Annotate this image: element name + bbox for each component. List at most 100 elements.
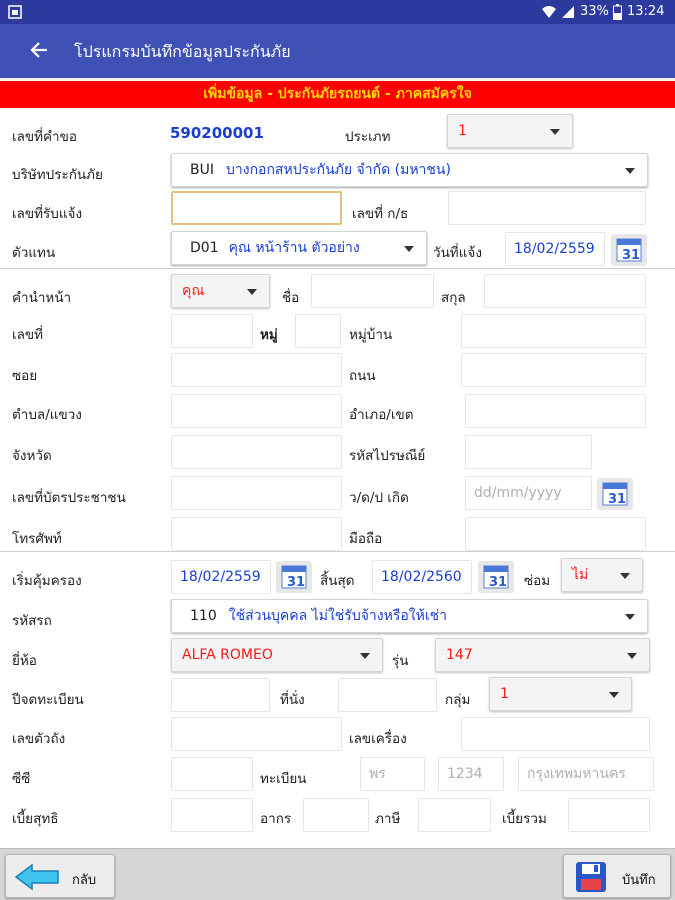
- postcode-input[interactable]: [465, 435, 592, 469]
- stamp-input[interactable]: [303, 798, 369, 832]
- subdistrict-input[interactable]: [171, 394, 342, 428]
- last-name-label: สกุล: [441, 290, 466, 306]
- soi-input[interactable]: [171, 353, 342, 387]
- repair-select[interactable]: ไม่: [561, 558, 643, 592]
- model-label: รุ่น: [392, 653, 409, 669]
- type-label: ประเภท: [345, 129, 391, 145]
- car-code-label: รหัสรถ: [12, 613, 52, 629]
- company-label: บริษัทประกันภัย: [12, 167, 103, 183]
- road-input[interactable]: [461, 353, 646, 387]
- company-name: บางกอกสหประกันภัย จำกัด (มหาชน): [225, 162, 451, 178]
- back-button[interactable]: กลับ: [5, 854, 115, 898]
- road-label: ถนน: [349, 368, 376, 384]
- calendar-icon[interactable]: 31: [276, 561, 312, 593]
- first-name-input[interactable]: [311, 274, 434, 308]
- page-title: โปรแกรมบันทึกข้อมูลประกันภัย: [74, 42, 291, 61]
- stamp-label: อากร: [260, 811, 292, 827]
- id-card-label: เลขที่บัตรประชาชน: [12, 490, 126, 506]
- repair-label: ซ่อม: [524, 573, 551, 589]
- tax-input[interactable]: [418, 798, 491, 832]
- cc-input[interactable]: [171, 757, 253, 791]
- agent-code: D01: [190, 240, 219, 256]
- last-name-input[interactable]: [484, 274, 646, 308]
- seats-input[interactable]: [338, 678, 437, 712]
- net-premium-label: เบี้ยสุทธิ: [12, 811, 59, 827]
- group-select[interactable]: 1: [489, 677, 632, 711]
- brand-select[interactable]: ALFA ROMEO: [171, 638, 383, 672]
- cover-end-label: สิ้นสุด: [320, 573, 355, 589]
- back-arrow-icon[interactable]: [30, 42, 48, 58]
- clock: 13:24: [627, 4, 665, 19]
- phone-input[interactable]: [171, 517, 342, 551]
- village-input[interactable]: [461, 314, 646, 348]
- engine-label: เลขเครื่อง: [349, 731, 407, 747]
- agent-name: คุณ หน้าร้าน ตัวอย่าง: [228, 240, 360, 256]
- moo-label: หมู่: [260, 327, 278, 343]
- agent-select[interactable]: D01 คุณ หน้าร้าน ตัวอย่าง: [171, 231, 427, 265]
- cc-label: ซีซี: [12, 771, 31, 787]
- notify-no-input[interactable]: [171, 191, 342, 225]
- gallery-icon: [8, 5, 22, 19]
- repair-select-value: ไม่: [572, 567, 589, 583]
- first-name-label: ชื่อ: [282, 290, 300, 306]
- phone-label: โทรศัพท์: [12, 531, 62, 547]
- chevron-down-icon: [550, 129, 560, 135]
- status-bar: 33% 13:24: [0, 0, 675, 24]
- house-no-input[interactable]: [171, 314, 253, 348]
- province-input[interactable]: [171, 435, 342, 469]
- plate-prefix-input[interactable]: พร: [360, 757, 425, 791]
- moo-input[interactable]: [295, 314, 341, 348]
- back-arrow-icon: [14, 863, 59, 891]
- company-select[interactable]: BUI บางกอกสหประกันภัย จำกัด (มหาชน): [171, 153, 648, 187]
- plate-no-input[interactable]: 1234: [438, 757, 504, 791]
- title-select-value: คุณ: [182, 283, 205, 299]
- plate-province-input[interactable]: กรุงเทพมหานคร: [518, 757, 654, 791]
- chassis-input[interactable]: [171, 717, 342, 751]
- chevron-down-icon: [620, 573, 630, 579]
- district-input[interactable]: [465, 394, 646, 428]
- calendar-icon[interactable]: 31: [611, 234, 647, 266]
- notify-date-input[interactable]: 18/02/2559: [505, 232, 605, 266]
- calendar-icon-text: 31: [287, 575, 305, 590]
- district-label: อำเภอ/เขต: [349, 407, 414, 423]
- mobile-input[interactable]: [465, 517, 646, 551]
- engine-input[interactable]: [461, 717, 650, 751]
- cover-end-input[interactable]: 18/02/2560: [372, 560, 472, 594]
- wifi-icon: [542, 6, 556, 18]
- request-no-label: เลขที่คำขอ: [12, 129, 77, 145]
- save-button-label: บันทึก: [622, 873, 656, 888]
- birthdate-input[interactable]: dd/mm/yyyy: [465, 476, 592, 510]
- chevron-down-icon: [627, 653, 637, 659]
- group-label: กลุ่ม: [445, 692, 471, 708]
- net-premium-input[interactable]: [171, 798, 253, 832]
- total-input[interactable]: [568, 798, 650, 832]
- id-card-input[interactable]: [171, 476, 342, 510]
- notify-no-label: เลขที่รับแจ้ง: [12, 206, 83, 222]
- policy-no-input[interactable]: [448, 191, 646, 225]
- reg-year-input[interactable]: [171, 678, 270, 712]
- bottom-toolbar: กลับ บันทึก: [0, 848, 675, 900]
- calendar-icon-text: 31: [489, 575, 507, 590]
- calendar-icon[interactable]: 31: [478, 561, 514, 593]
- save-button[interactable]: บันทึก: [563, 854, 671, 898]
- battery-percent: 33%: [580, 4, 609, 19]
- title-label: คำนำหน้า: [12, 290, 72, 306]
- title-select[interactable]: คุณ: [171, 274, 270, 308]
- cover-start-input[interactable]: 18/02/2559: [171, 560, 271, 594]
- birthdate-label: ว/ด/ป เกิด: [349, 490, 409, 506]
- total-label: เบี้ยรวม: [502, 811, 547, 827]
- calendar-icon-text: 31: [608, 492, 626, 507]
- house-no-label: เลขที่: [12, 327, 44, 343]
- chevron-down-icon: [609, 692, 619, 698]
- car-code-select[interactable]: 110 ใช้ส่วนบุคคล ไม่ใช่รับจ้างหรือให้เช่า: [171, 599, 648, 633]
- type-select[interactable]: 1: [447, 114, 573, 148]
- postcode-label: รหัสไปรษณีย์: [349, 448, 426, 464]
- brand-label: ยี่ห้อ: [12, 653, 37, 669]
- signal-icon: [562, 6, 574, 18]
- calendar-icon[interactable]: 31: [597, 478, 633, 510]
- agent-label: ตัวแทน: [12, 245, 56, 261]
- village-label: หมู่บ้าน: [349, 327, 393, 343]
- reg-year-label: ปีจดทะเบียน: [12, 692, 84, 708]
- calendar-icon-text: 31: [622, 248, 640, 263]
- model-select[interactable]: 147: [435, 638, 650, 672]
